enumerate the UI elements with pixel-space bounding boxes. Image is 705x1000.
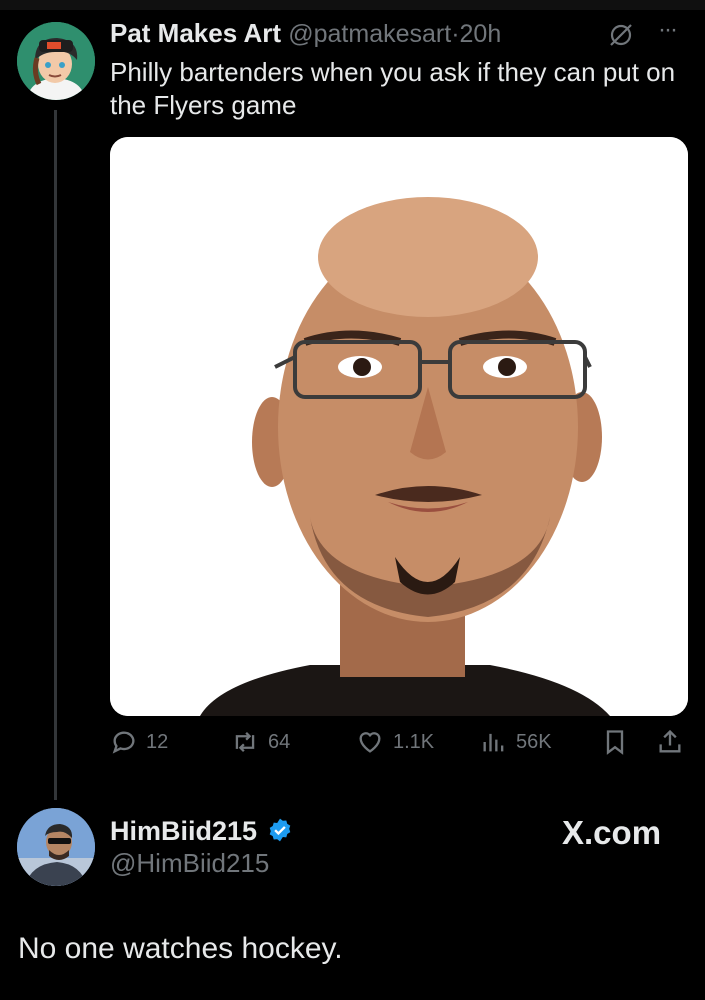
display-name[interactable]: Pat Makes Art xyxy=(110,18,281,48)
tweet-text: Philly bartenders when you ask if they c… xyxy=(110,57,676,120)
reply-count: 12 xyxy=(146,730,169,753)
tweet-media[interactable] xyxy=(110,137,688,716)
tweet-header: Pat Makes Art @patmakesart·20h xyxy=(110,18,501,49)
like-count: 1.1K xyxy=(393,730,435,753)
media-photo xyxy=(110,137,688,716)
x-watermark: X.com xyxy=(562,814,662,851)
top-edge-bar xyxy=(0,0,705,10)
separator: · xyxy=(451,20,460,48)
views-action[interactable]: 56K xyxy=(480,728,552,756)
share-icon xyxy=(656,728,684,756)
tweet-actions: 12 64 1.1K 56K xyxy=(110,728,690,768)
reply-text: No one watches hockey. xyxy=(18,932,343,965)
repost-icon xyxy=(230,728,260,756)
like-action[interactable]: 1.1K xyxy=(355,728,434,756)
more-icon[interactable]: ··· xyxy=(658,16,678,44)
bookmark-icon xyxy=(602,728,628,756)
views-icon xyxy=(480,728,508,756)
grok-icon[interactable] xyxy=(608,22,634,55)
reply-name-text: HimBiid215 xyxy=(110,816,258,846)
handle[interactable]: @patmakesart xyxy=(288,20,451,48)
bookmark-action[interactable] xyxy=(602,728,628,756)
views-count: 56K xyxy=(516,730,552,753)
reply-icon xyxy=(110,728,138,756)
reply-display-name[interactable]: HimBiid215 xyxy=(110,816,293,850)
avatar-illustration xyxy=(17,22,95,100)
reply-action[interactable]: 12 xyxy=(110,728,168,756)
verified-badge-icon xyxy=(267,817,293,850)
timestamp[interactable]: 20h xyxy=(460,20,502,48)
repost-action[interactable]: 64 xyxy=(230,728,290,756)
avatar-photo xyxy=(17,808,95,886)
like-icon xyxy=(355,728,385,756)
repost-count: 64 xyxy=(268,730,291,753)
avatar[interactable] xyxy=(17,808,95,886)
reply-handle[interactable]: @HimBiid215 xyxy=(110,848,269,879)
share-action[interactable] xyxy=(656,728,684,756)
thread-line xyxy=(54,110,57,800)
avatar[interactable] xyxy=(17,22,95,100)
